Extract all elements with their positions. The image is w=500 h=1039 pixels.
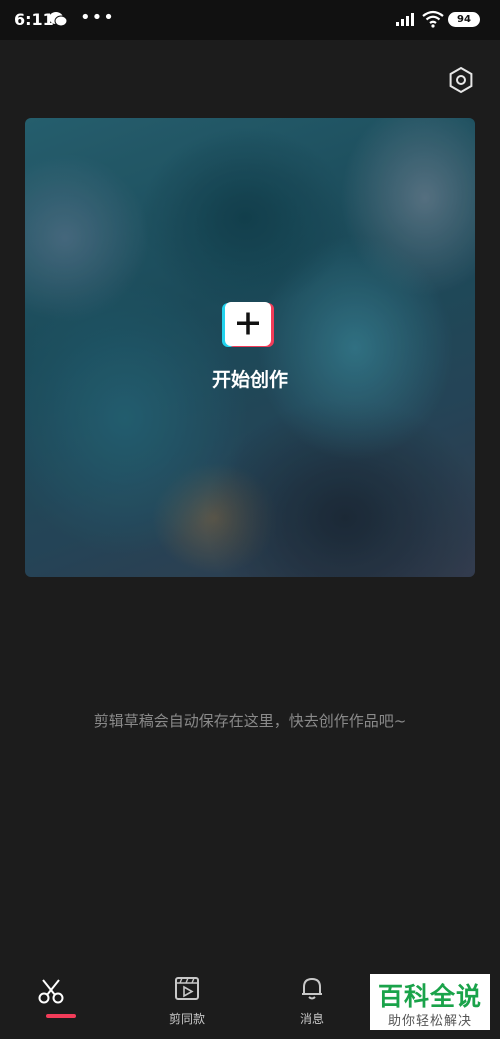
tab-messages-label: 消息 [299, 1012, 324, 1026]
tab-templates[interactable]: 剪同款 [147, 966, 227, 1039]
start-creating-label: 开始创作 [211, 369, 288, 391]
watermark-subtitle: 助你轻松解决 [387, 1014, 472, 1029]
empty-drafts-hint: 剪辑草稿会自动保存在这里，快去创作作品吧~ [93, 712, 407, 730]
tab-templates-label: 剪同款 [168, 1012, 205, 1026]
tab-messages[interactable]: 消息 [272, 966, 352, 1039]
settings-icon[interactable] [447, 66, 475, 94]
status-bar: 6:11 ••• 94 [0, 0, 500, 40]
active-tab-indicator [46, 1014, 76, 1018]
battery-indicator: 94 [448, 12, 480, 27]
watermark-logo: 百科全说 助你轻松解决 [370, 974, 490, 1030]
tab-edit[interactable] [23, 966, 103, 1039]
wifi-icon [422, 10, 444, 28]
signal-icon [396, 13, 414, 26]
more-notifications-icon: ••• [80, 7, 115, 28]
template-icon [175, 977, 199, 1000]
plus-icon [222, 302, 274, 347]
bell-icon [302, 978, 322, 1000]
scissors-icon [38, 979, 64, 1004]
start-creating-card[interactable]: 开始创作 [25, 118, 475, 577]
wechat-icon [49, 12, 68, 27]
watermark-title: 百科全说 [377, 982, 482, 1011]
